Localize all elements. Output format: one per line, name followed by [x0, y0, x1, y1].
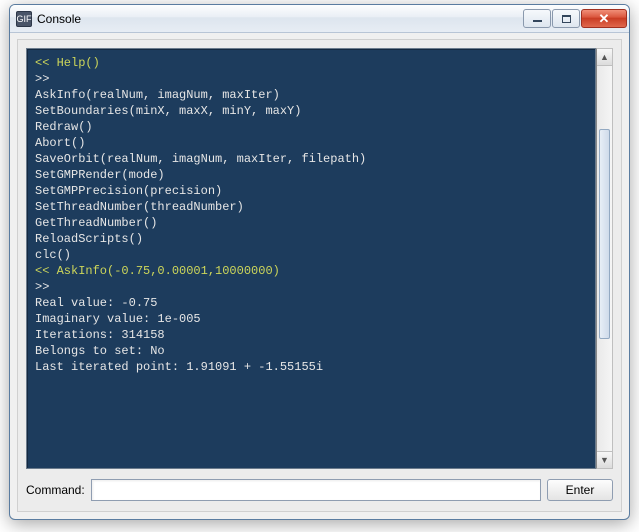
minimize-button[interactable]: [523, 9, 551, 28]
scroll-up-button[interactable]: ▲: [597, 49, 612, 66]
console-output-line: Imaginary value: 1e-005: [35, 311, 587, 327]
console-output-line: AskInfo(realNum, imagNum, maxIter): [35, 87, 587, 103]
command-label: Command:: [26, 483, 85, 497]
client-area: << Help()>>AskInfo(realNum, imagNum, max…: [17, 39, 622, 512]
enter-button[interactable]: Enter: [547, 479, 613, 501]
command-input[interactable]: [91, 479, 541, 501]
close-button[interactable]: ✕: [581, 9, 627, 28]
console-output-line: Iterations: 314158: [35, 327, 587, 343]
titlebar[interactable]: GIF Console ✕: [10, 5, 629, 33]
console-output-line: GetThreadNumber(): [35, 215, 587, 231]
chevron-up-icon: ▲: [600, 52, 609, 62]
command-row: Command: Enter: [26, 477, 613, 503]
console-output-line: >>: [35, 71, 587, 87]
console-output-line: Abort(): [35, 135, 587, 151]
console-output-line: clc(): [35, 247, 587, 263]
console-output-line: SetThreadNumber(threadNumber): [35, 199, 587, 215]
console-output-line: >>: [35, 279, 587, 295]
app-icon: GIF: [16, 11, 32, 27]
scroll-thumb[interactable]: [599, 129, 610, 339]
console-output-line: SaveOrbit(realNum, imagNum, maxIter, fil…: [35, 151, 587, 167]
minimize-icon: [533, 20, 542, 22]
vertical-scrollbar[interactable]: ▲ ▼: [596, 48, 613, 469]
maximize-button[interactable]: [552, 9, 580, 28]
window-title: Console: [37, 12, 522, 26]
scroll-down-button[interactable]: ▼: [597, 451, 612, 468]
close-icon: ✕: [599, 12, 610, 25]
console-output-line: ReloadScripts(): [35, 231, 587, 247]
maximize-icon: [562, 15, 571, 23]
console-output-line: Belongs to set: No: [35, 343, 587, 359]
console-output-line: SetGMPPrecision(precision): [35, 183, 587, 199]
console-output-line: Redraw(): [35, 119, 587, 135]
console-command-line: << Help(): [35, 55, 587, 71]
console-output-line: Last iterated point: 1.91091 + -1.55155i: [35, 359, 587, 375]
console-command-line: << AskInfo(-0.75,0.00001,10000000): [35, 263, 587, 279]
console-output[interactable]: << Help()>>AskInfo(realNum, imagNum, max…: [26, 48, 596, 469]
console-output-line: Real value: -0.75: [35, 295, 587, 311]
console-window: GIF Console ✕ << Help()>>AskInfo(realNum…: [9, 4, 630, 520]
console-output-line: SetBoundaries(minX, maxX, minY, maxY): [35, 103, 587, 119]
window-buttons: ✕: [522, 9, 627, 28]
console-output-line: SetGMPRender(mode): [35, 167, 587, 183]
chevron-down-icon: ▼: [600, 455, 609, 465]
